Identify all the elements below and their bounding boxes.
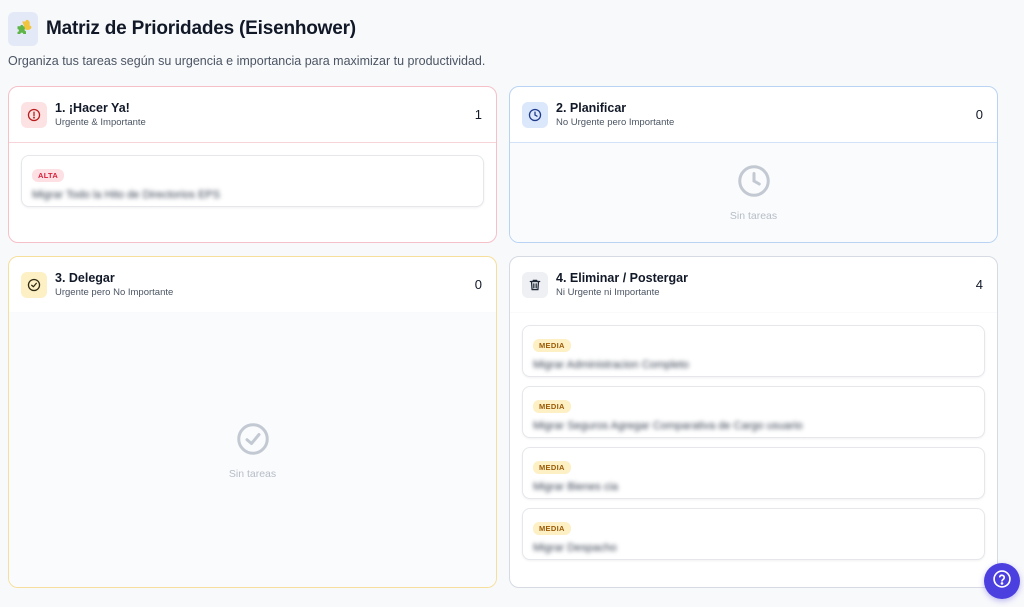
empty-state: Sin tareas <box>522 155 985 230</box>
task-title: Migrar Bienes cia <box>533 481 618 493</box>
task-list: Sin tareas <box>510 143 997 242</box>
task-count: 4 <box>975 277 983 292</box>
page-header: Matriz de Prioridades (Eisenhower) Organ… <box>8 12 485 68</box>
quadrant-subtitle: Urgente & Importante <box>55 117 146 128</box>
task-card[interactable]: MEDIA Migrar Despacho <box>522 508 985 560</box>
task-card[interactable]: MEDIA Migrar Seguros Agregar Comparativa… <box>522 386 985 438</box>
help-circle-icon <box>992 569 1012 594</box>
priority-badge: ALTA <box>32 169 65 182</box>
clock-icon <box>522 101 548 128</box>
trash-icon <box>522 271 548 298</box>
quadrant-eliminate: 4. Eliminar / Postergar Ni Urgente ni Im… <box>509 256 998 588</box>
quadrant-subtitle: No Urgente pero Importante <box>556 117 675 128</box>
quadrant-do-now: 1. ¡Hacer Ya! Urgente & Importante 1 ALT… <box>8 86 497 243</box>
task-title: Migrar Seguros Agregar Comparativa de Ca… <box>533 420 803 432</box>
help-button[interactable] <box>984 563 1020 599</box>
task-card[interactable]: MEDIA Migrar Bienes cia <box>522 447 985 499</box>
task-count: 0 <box>474 277 482 292</box>
priority-badge: MEDIA <box>533 400 571 413</box>
quadrant-header: 1. ¡Hacer Ya! Urgente & Importante 1 <box>9 87 496 143</box>
task-list: MEDIA Migrar Administracion Completo MED… <box>510 313 997 581</box>
task-count: 0 <box>975 107 983 122</box>
quadrant-header: 2. Planificar No Urgente pero Importante… <box>510 87 997 143</box>
quadrant-title: 4. Eliminar / Postergar <box>556 271 688 285</box>
quadrant-delegate: 3. Delegar Urgente pero No Importante 0 … <box>8 256 497 588</box>
quadrant-title: 3. Delegar <box>55 271 115 285</box>
quadrant-header: 4. Eliminar / Postergar Ni Urgente ni Im… <box>510 257 997 313</box>
alert-circle-icon <box>21 101 47 128</box>
quadrant-header: 3. Delegar Urgente pero No Importante 0 <box>9 257 496 313</box>
priority-badge: MEDIA <box>533 339 571 352</box>
clock-icon <box>736 163 772 204</box>
task-list: Sin tareas <box>9 313 496 587</box>
empty-text: Sin tareas <box>228 467 277 480</box>
task-card[interactable]: MEDIA Migrar Administracion Completo <box>522 325 985 377</box>
priority-badge: MEDIA <box>533 461 571 474</box>
check-circle-icon <box>235 421 271 462</box>
empty-text: Sin tareas <box>729 210 778 222</box>
puzzle-icon <box>8 12 38 46</box>
task-title: Migrar Administracion Completo <box>533 359 689 371</box>
task-card[interactable]: ALTA Migrar Todo la Hito de Directorios … <box>21 155 484 207</box>
empty-state: Sin tareas <box>21 325 484 575</box>
quadrant-title: 1. ¡Hacer Ya! <box>55 101 130 115</box>
check-circle-icon <box>21 271 47 298</box>
quadrant-title: 2. Planificar <box>556 101 627 115</box>
quadrant-subtitle: Ni Urgente ni Importante <box>556 287 660 298</box>
task-title: Migrar Despacho <box>533 542 617 554</box>
quadrant-subtitle: Urgente pero No Importante <box>55 287 174 298</box>
task-list: ALTA Migrar Todo la Hito de Directorios … <box>9 143 496 228</box>
quadrant-plan: 2. Planificar No Urgente pero Importante… <box>509 86 998 243</box>
page-subtitle: Organiza tus tareas según su urgencia e … <box>8 54 486 68</box>
priority-badge: MEDIA <box>533 522 571 535</box>
page-title: Matriz de Prioridades (Eisenhower) <box>46 18 356 39</box>
task-title: Migrar Todo la Hito de Directorios EPS <box>32 189 221 201</box>
task-count: 1 <box>474 107 482 122</box>
